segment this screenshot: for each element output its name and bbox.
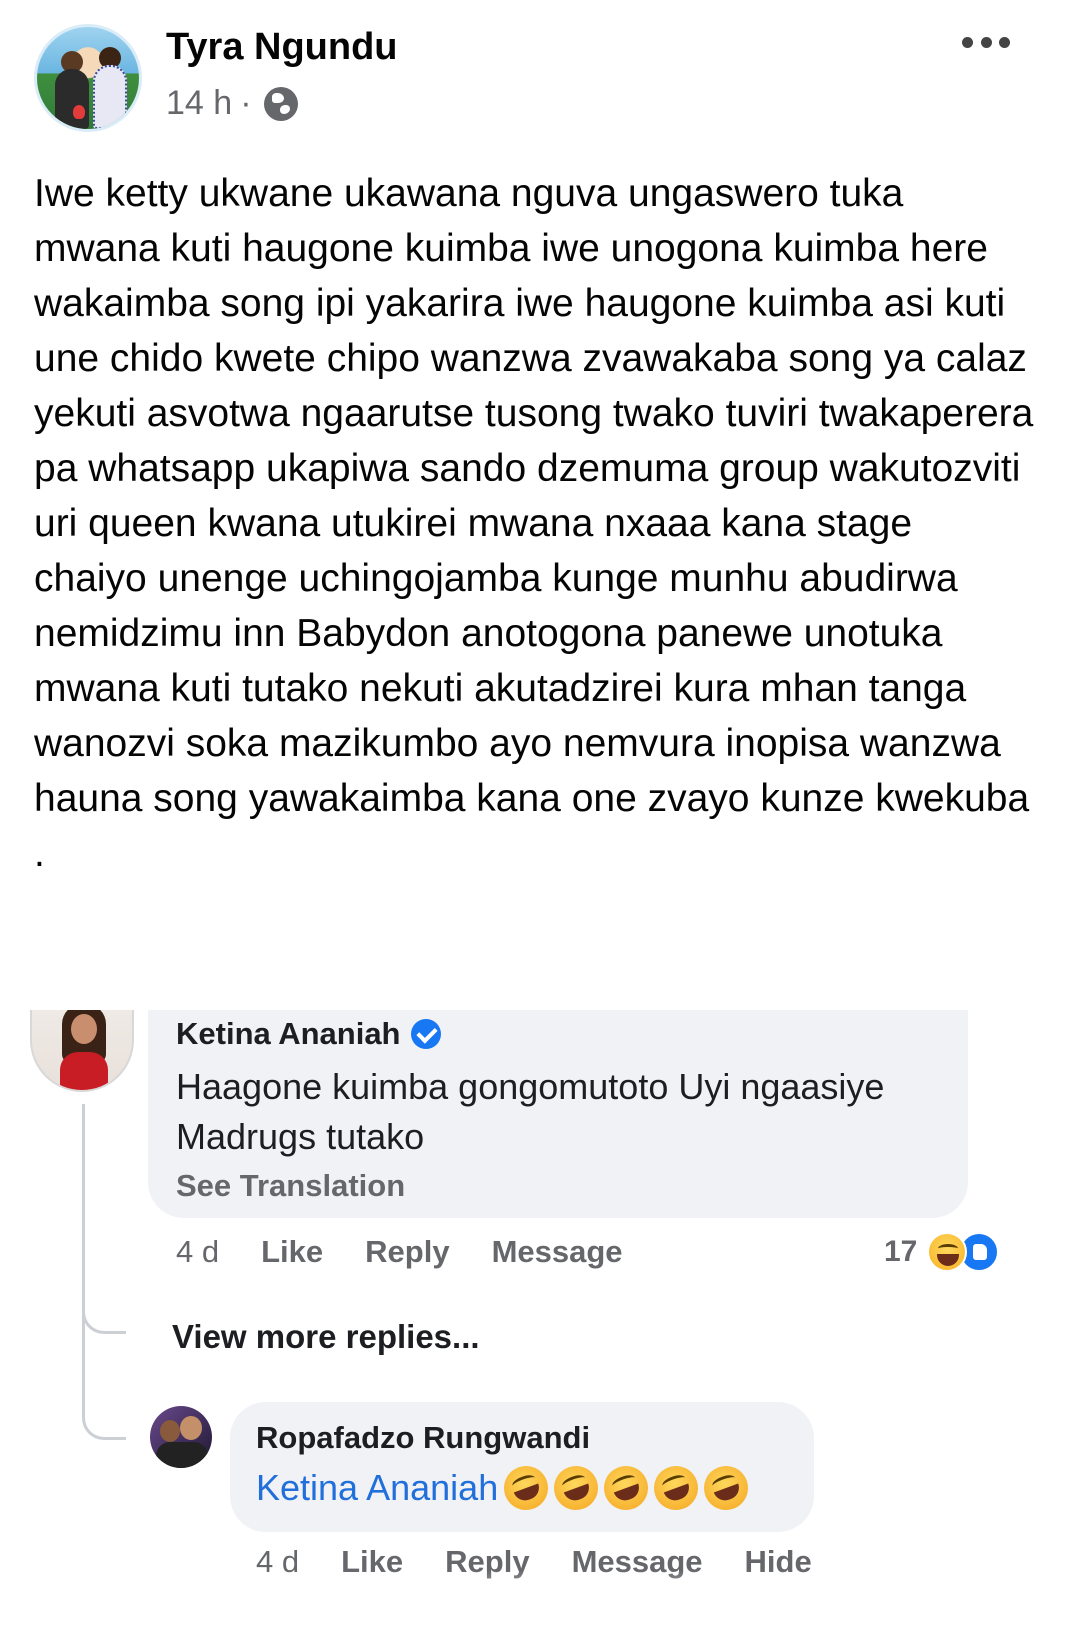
mention-link[interactable]: Ketina Ananiah [256, 1467, 498, 1509]
comments-section: Ketina Ananiah Haagone kuimba gongomutot… [0, 1010, 1080, 1631]
avatar-face-2 [180, 1416, 202, 1440]
more-dot [962, 36, 973, 48]
reactions-summary[interactable]: 17 [884, 1232, 1000, 1272]
avatar-person-1 [55, 69, 89, 129]
more-dot [999, 36, 1010, 48]
author-avatar[interactable] [34, 24, 142, 132]
avatar-person-2 [93, 65, 127, 129]
comment-bubble: Ketina Ananiah Haagone kuimba gongomutot… [148, 1010, 968, 1218]
comment-time[interactable]: 4 d [176, 1234, 219, 1270]
reply-bubble: Ropafadzo Rungwandi Ketina Ananiah [230, 1402, 814, 1532]
reply-text: Ketina Ananiah [256, 1459, 755, 1517]
more-options-icon[interactable] [962, 30, 1010, 54]
comment-text: Haagone kuimba gongomutoto Uyi ngaasiye … [176, 1066, 885, 1157]
avatar-face [71, 1014, 97, 1044]
bottom-fade [0, 1570, 1080, 1631]
comment-author[interactable]: Ketina Ananiah [176, 1016, 441, 1052]
post-header: Tyra Ngundu 14 h · [0, 0, 1080, 150]
see-translation-link[interactable]: See Translation [176, 1168, 405, 1204]
author-name[interactable]: Tyra Ngundu [166, 26, 398, 69]
comment-author-name[interactable]: Ketina Ananiah [176, 1016, 401, 1052]
rofl-icon [648, 1459, 705, 1517]
reply-avatar[interactable] [150, 1406, 212, 1468]
message-button[interactable]: Message [492, 1234, 623, 1270]
post-text: Iwe ketty ukwane ukawana nguva ungaswero… [34, 172, 1034, 875]
like-button[interactable]: Like [261, 1234, 323, 1270]
commenter-avatar[interactable] [30, 1010, 134, 1092]
avatar-red-object [73, 105, 85, 119]
rofl-icon [598, 1459, 655, 1517]
avatar-face-1 [160, 1420, 180, 1442]
post-time[interactable]: 14 h [166, 84, 232, 123]
haha-icon [927, 1232, 968, 1272]
thread-line [82, 1104, 126, 1334]
reply-author[interactable]: Ropafadzo Rungwandi [256, 1420, 590, 1456]
globe-icon [263, 86, 298, 121]
thread-line [82, 1310, 126, 1440]
view-more-replies-link[interactable]: View more replies... [172, 1318, 480, 1356]
rofl-icon [498, 1459, 555, 1517]
rofl-icon [548, 1459, 605, 1517]
reply-button[interactable]: Reply [365, 1234, 449, 1270]
avatar-dress [60, 1052, 108, 1090]
avatar-body [156, 1442, 208, 1468]
meta-separator: · [240, 84, 252, 122]
comment-actions: 4 d Like Reply Message [176, 1234, 623, 1270]
reaction-count: 17 [884, 1235, 918, 1268]
rofl-icon [698, 1459, 755, 1517]
verified-icon [410, 1019, 441, 1049]
post-meta: 14 h · [166, 84, 298, 123]
more-dot [980, 36, 992, 48]
